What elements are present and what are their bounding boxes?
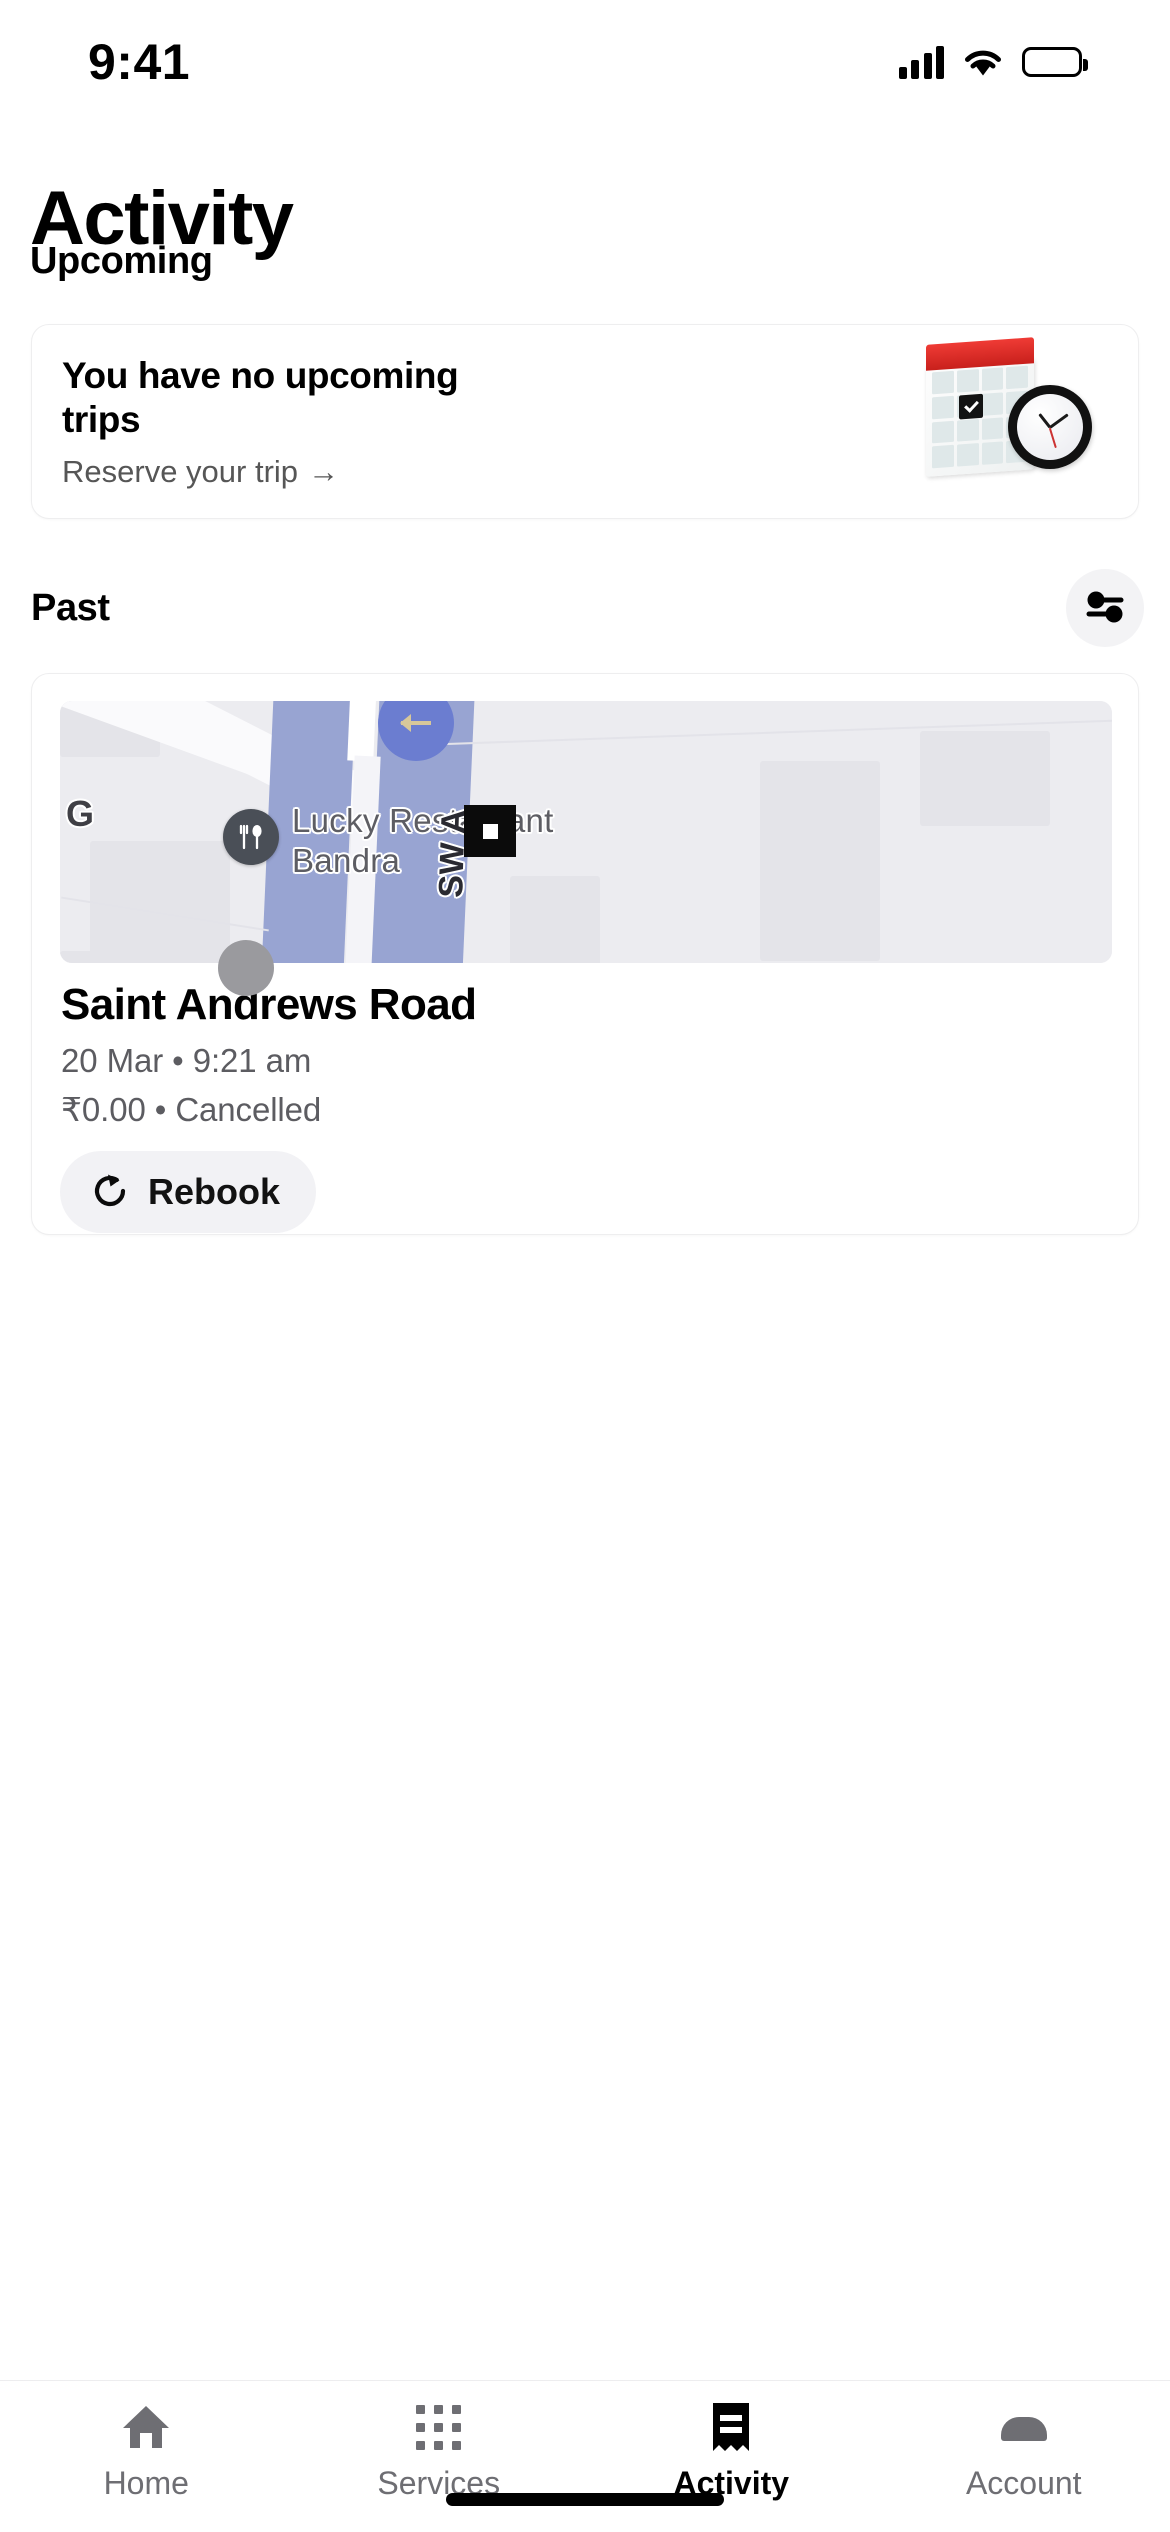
home-indicator <box>446 2493 724 2506</box>
restaurant-fork-spoon-icon <box>223 809 279 865</box>
tab-home[interactable]: Home <box>0 2401 293 2502</box>
trip-map-thumbnail[interactable]: Lucky Restaurant Bandra G SW A <box>60 701 1112 963</box>
bottom-tab-bar: Home Services Activity Account <box>0 2380 1170 2532</box>
status-time: 9:41 <box>88 34 191 90</box>
filter-button[interactable] <box>1066 569 1144 647</box>
upcoming-empty-card[interactable]: You have no upcoming trips Reserve your … <box>31 324 1139 519</box>
grid-apps-icon <box>416 2401 462 2453</box>
person-icon <box>1000 2401 1047 2453</box>
pickup-dot-marker <box>218 940 274 996</box>
trip-title: Saint Andrews Road <box>61 980 477 1029</box>
tab-account[interactable]: Account <box>878 2401 1170 2502</box>
rebook-button[interactable]: Rebook <box>60 1151 317 1233</box>
past-trip-card[interactable]: Lucky Restaurant Bandra G SW A Saint And… <box>31 673 1139 1235</box>
refresh-circular-arrow-icon <box>90 1171 130 1214</box>
rebook-label: Rebook <box>148 1171 281 1212</box>
status-icons <box>898 45 1088 79</box>
trip-datetime: 20 Mar • 9:21 am <box>61 1042 312 1079</box>
reserve-trip-label: Reserve your trip <box>62 453 299 489</box>
calendar-header-bar <box>926 336 1034 371</box>
trip-fare-status: ₹0.00 • Cancelled <box>61 1091 322 1128</box>
wifi-icon <box>962 46 1004 78</box>
reserve-trip-link[interactable]: Reserve your trip → <box>62 454 492 490</box>
section-title-upcoming: Upcoming <box>30 240 213 282</box>
tab-activity[interactable]: Activity <box>585 2401 878 2502</box>
map-poi-label: Bandra <box>292 842 401 879</box>
arrow-right-icon: → <box>308 453 340 489</box>
calendar-clock-illustration <box>908 336 1098 487</box>
upcoming-card-text: You have no upcoming trips Reserve your … <box>62 354 492 490</box>
map-street-label: G <box>66 793 95 834</box>
app-screen: 9:41 Activity Upcoming You have no upcom… <box>0 0 1170 2532</box>
section-title-past: Past <box>31 586 110 629</box>
tab-home-label: Home <box>103 2465 189 2501</box>
tab-account-label: Account <box>965 2465 1082 2501</box>
calendar-check-icon <box>959 393 983 419</box>
destination-square-marker <box>464 805 516 857</box>
past-section-header: Past <box>31 569 1144 647</box>
tab-services[interactable]: Services <box>293 2401 586 2502</box>
clock-icon <box>1008 384 1092 469</box>
upcoming-headline: You have no upcoming trips <box>62 354 459 440</box>
cellular-signal-icon <box>898 45 944 79</box>
battery-full-icon <box>1022 47 1088 77</box>
filter-sliders-icon <box>1083 588 1127 629</box>
home-icon <box>120 2401 172 2453</box>
receipt-icon <box>708 2401 754 2453</box>
status-bar: 9:41 <box>0 0 1170 110</box>
